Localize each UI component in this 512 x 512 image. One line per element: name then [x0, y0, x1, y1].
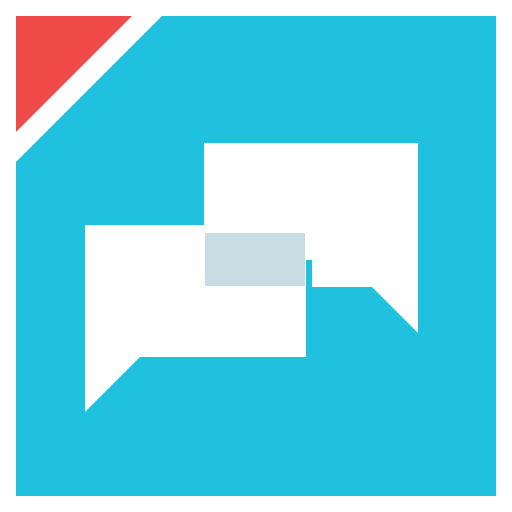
app-icon: [0, 0, 512, 512]
app-icon-graphic: [0, 0, 512, 512]
bubble-overlap-shape: [205, 233, 305, 286]
